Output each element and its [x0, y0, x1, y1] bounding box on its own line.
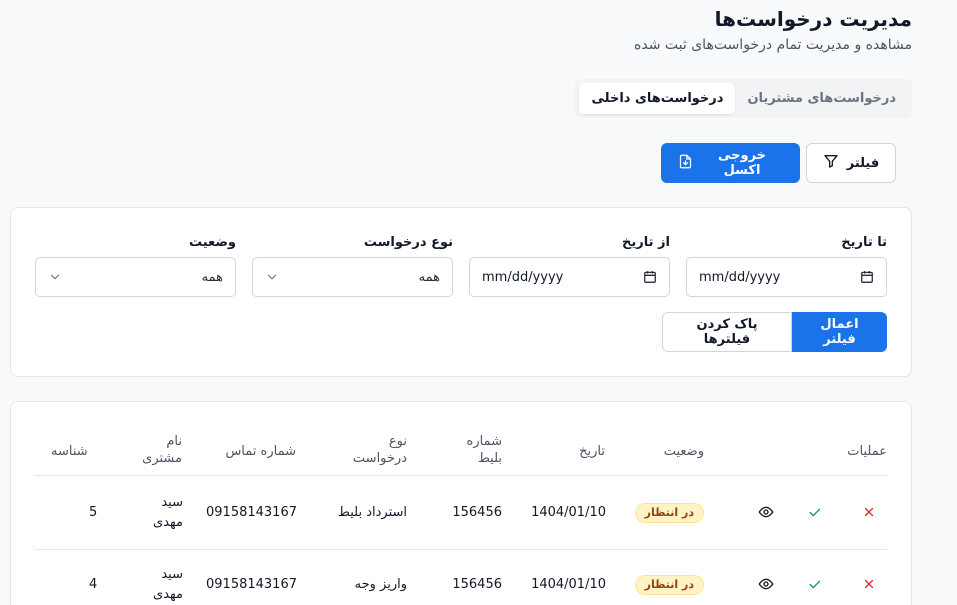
cell-id: 4	[89, 577, 98, 592]
tab-customer-requests[interactable]: درخواست‌های مشتریان	[735, 83, 908, 114]
cell-request-type: واریز وجه	[354, 577, 407, 592]
cell-id: 5	[89, 505, 98, 520]
from-date-value: mm/dd/yyyy	[482, 269, 564, 285]
status-field: وضعیت همه	[35, 234, 236, 297]
filter-button-label: فیلتر	[846, 155, 880, 171]
cell-ticket-number: 156456	[452, 505, 502, 520]
requests-table: شناسه نام مشتری شماره تماس نوع درخواست ش…	[10, 401, 912, 605]
close-icon[interactable]	[859, 574, 879, 594]
chevron-down-icon	[48, 270, 62, 284]
to-date-value: mm/dd/yyyy	[699, 269, 781, 285]
status-badge: در انتظار	[634, 503, 704, 523]
from-date-input[interactable]: mm/dd/yyyy	[469, 257, 670, 297]
filter-button[interactable]: فیلتر	[806, 143, 896, 183]
calendar-icon[interactable]	[860, 270, 874, 284]
from-date-label: از تاریخ	[622, 235, 670, 250]
check-icon[interactable]	[804, 574, 824, 594]
cell-date: 1404/01/10	[531, 577, 606, 592]
cell-customer-name: سید مهدی	[153, 567, 183, 602]
apply-filter-button[interactable]: اعمال فیلتر	[792, 312, 887, 352]
file-download-icon	[678, 154, 693, 173]
clear-filters-button[interactable]: پاک کردن فیلترها	[662, 312, 792, 352]
header-status: وضعیت	[663, 444, 704, 459]
status-badge: در انتظار	[634, 575, 704, 595]
request-type-value: همه	[418, 269, 440, 285]
calendar-icon[interactable]	[643, 270, 657, 284]
close-icon[interactable]	[859, 502, 879, 522]
to-date-field: تا تاریخ mm/dd/yyyy	[686, 234, 887, 297]
table-row: 5 سید مهدی 09158143167 استرداد بلیط 1564…	[34, 477, 887, 550]
request-tabs: درخواست‌های مشتریان درخواست‌های داخلی	[575, 79, 912, 118]
header-customer-name: نام مشتری	[142, 434, 182, 466]
page-title: مدیریت درخواست‌ها	[714, 7, 912, 31]
view-icon[interactable]	[756, 574, 776, 594]
export-excel-label: خروجی اکسل	[717, 148, 767, 178]
cell-phone: 09158143167	[206, 505, 297, 520]
table-header: شناسه نام مشتری شماره تماس نوع درخواست ش…	[34, 430, 887, 476]
status-label: وضعیت	[188, 235, 236, 250]
status-select[interactable]: همه	[35, 257, 236, 297]
cell-ticket-number: 156456	[452, 577, 502, 592]
to-date-label: تا تاریخ	[841, 235, 887, 250]
cell-phone: 09158143167	[206, 577, 297, 592]
view-icon[interactable]	[756, 502, 776, 522]
header-actions: عملیات	[847, 444, 887, 459]
export-excel-button[interactable]: خروجی اکسل	[661, 143, 800, 183]
filter-panel: تا تاریخ mm/dd/yyyy از تاریخ mm/dd/yyyy …	[10, 207, 912, 377]
header-phone: شماره تماس	[225, 444, 296, 459]
filter-actions: اعمال فیلتر پاک کردن فیلترها	[662, 312, 887, 352]
from-date-field: از تاریخ mm/dd/yyyy	[469, 234, 670, 297]
tab-internal-requests[interactable]: درخواست‌های داخلی	[579, 83, 736, 114]
status-value: همه	[201, 269, 223, 285]
cell-request-type: استرداد بلیط	[337, 505, 407, 520]
header-id: شناسه	[51, 444, 88, 459]
chevron-down-icon	[265, 270, 279, 284]
page: مدیریت درخواست‌ها مشاهده و مدیریت تمام د…	[0, 0, 957, 605]
header-ticket-number: شماره بلیط	[466, 434, 502, 466]
request-type-field: نوع درخواست همه	[252, 234, 453, 297]
header-date: تاریخ	[579, 444, 605, 459]
filter-icon	[823, 153, 839, 173]
toolbar: فیلتر خروجی اکسل	[661, 143, 896, 183]
page-subtitle: مشاهده و مدیریت تمام درخواست‌های ثبت شده	[634, 37, 912, 53]
header-request-type: نوع درخواست	[352, 434, 407, 466]
page-header: مدیریت درخواست‌ها مشاهده و مدیریت تمام د…	[634, 6, 912, 55]
cell-customer-name: سید مهدی	[153, 495, 183, 530]
to-date-input[interactable]: mm/dd/yyyy	[686, 257, 887, 297]
check-icon[interactable]	[804, 502, 824, 522]
cell-date: 1404/01/10	[531, 505, 606, 520]
table-row: 4 سید مهدی 09158143167 واریز وجه 156456 …	[34, 551, 887, 605]
request-type-label: نوع درخواست	[363, 235, 453, 250]
request-type-select[interactable]: همه	[252, 257, 453, 297]
